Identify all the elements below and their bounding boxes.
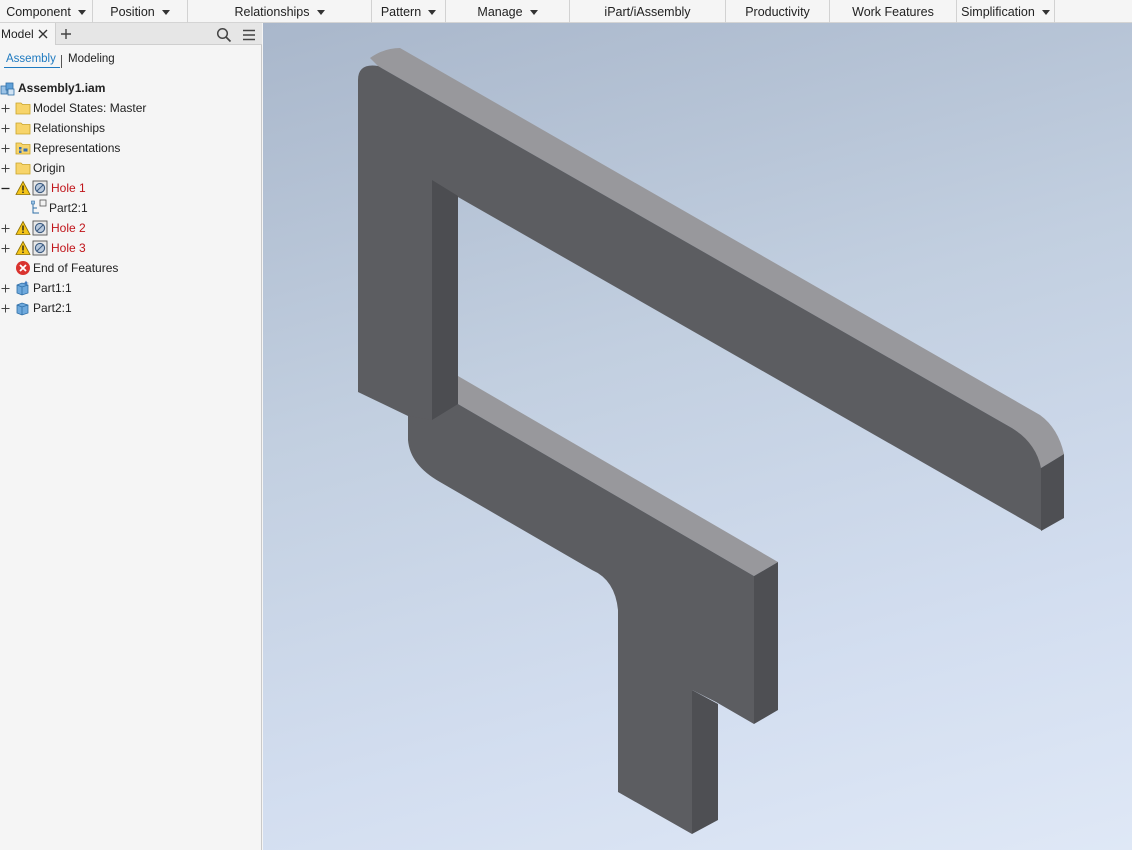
ribbon-pattern-panel[interactable]: Pattern bbox=[372, 0, 446, 23]
warning-icon bbox=[15, 240, 31, 255]
tab-model-label: Model bbox=[1, 27, 34, 41]
chevron-down-icon bbox=[316, 9, 325, 15]
tree-node-hole-1[interactable]: Hole 1 bbox=[0, 178, 262, 198]
subtab-divider bbox=[61, 55, 62, 68]
tree-node-part1[interactable]: Part1:1 bbox=[0, 278, 262, 298]
productivity-label: Productivity bbox=[745, 4, 810, 19]
folder-icon bbox=[15, 162, 31, 175]
part-reference-icon bbox=[31, 199, 47, 214]
warning-icon bbox=[15, 180, 31, 195]
ipart-label: iPart/iAssembly bbox=[604, 4, 691, 19]
chevron-down-icon bbox=[529, 9, 538, 15]
end-of-features-icon bbox=[16, 261, 30, 275]
tree-node-assembly[interactable]: Assembly1.iam bbox=[0, 78, 262, 98]
tree-node-label: End of Features bbox=[33, 261, 119, 275]
tree-node-hole-3[interactable]: Hole 3 bbox=[0, 238, 262, 258]
folder-icon bbox=[15, 122, 31, 135]
warning-icon bbox=[15, 220, 31, 235]
collapse-minus-icon[interactable] bbox=[1, 184, 10, 193]
hole-feature-icon bbox=[32, 180, 48, 196]
ribbon-work-features-panel[interactable]: Work Features bbox=[830, 0, 957, 23]
tree-node-label: Hole 3 bbox=[51, 241, 86, 255]
hole-feature-icon bbox=[32, 220, 48, 236]
tree-node-end-of-features[interactable]: End of Features bbox=[0, 258, 262, 278]
work-features-label: Work Features bbox=[852, 4, 934, 19]
ribbon-productivity-panel[interactable]: Productivity bbox=[726, 0, 830, 23]
pattern-label: Pattern bbox=[380, 4, 422, 19]
subtab-modeling[interactable]: Modeling bbox=[68, 53, 115, 65]
ribbon-panel-bar: Component Position Relationships Pattern… bbox=[0, 0, 1132, 23]
model-render bbox=[358, 48, 1064, 834]
tree-node-label: Representations bbox=[33, 141, 121, 155]
tree-node-label: Hole 2 bbox=[51, 221, 86, 235]
chevron-down-icon bbox=[77, 9, 86, 15]
hole-feature-icon bbox=[32, 240, 48, 256]
menu-icon[interactable] bbox=[241, 27, 257, 43]
position-label: Position bbox=[110, 4, 155, 19]
chevron-down-icon bbox=[428, 9, 437, 15]
tree-node-label: Relationships bbox=[33, 121, 106, 135]
browser-subtabs: Assembly Modeling bbox=[0, 53, 262, 71]
part-icon bbox=[16, 302, 29, 316]
tree-node-origin[interactable]: Origin bbox=[0, 158, 262, 178]
ribbon-relationships-panel[interactable]: Relationships bbox=[188, 0, 372, 23]
manage-label: Manage bbox=[477, 4, 523, 19]
graphics-viewport[interactable] bbox=[263, 23, 1132, 850]
close-icon[interactable] bbox=[37, 28, 49, 40]
tree-node-label: Part2:1 bbox=[33, 301, 72, 315]
expand-plus-icon[interactable] bbox=[1, 164, 10, 173]
tree-node-label: Hole 1 bbox=[51, 181, 86, 195]
model-browser: Model Assembly Modeling Assembly1.iam Mo… bbox=[0, 23, 262, 850]
component-label: Component bbox=[6, 4, 71, 19]
tree-node-label: Origin bbox=[33, 161, 66, 175]
expand-plus-icon[interactable] bbox=[1, 244, 10, 253]
search-icon[interactable] bbox=[216, 27, 232, 43]
tree-node-label: Model States: Master bbox=[33, 101, 147, 115]
tree-node-label: Part2:1 bbox=[49, 201, 88, 215]
subtab-assembly[interactable]: Assembly bbox=[4, 53, 60, 68]
folder-icon bbox=[15, 102, 31, 115]
tree-node-part2[interactable]: Part2:1 bbox=[0, 298, 262, 318]
tree-node-label: Assembly1.iam bbox=[18, 81, 106, 95]
representations-folder-icon bbox=[15, 142, 31, 155]
tree-node-hole-2[interactable]: Hole 2 bbox=[0, 218, 262, 238]
assembly-icon bbox=[0, 82, 15, 96]
tree-node-model-states[interactable]: Model States: Master bbox=[0, 98, 262, 118]
expand-plus-icon[interactable] bbox=[1, 124, 10, 133]
tree-node-hole-1-part[interactable]: Part2:1 bbox=[0, 198, 262, 218]
browser-header: Model bbox=[0, 23, 262, 45]
simplification-label: Simplification bbox=[961, 4, 1035, 19]
expand-plus-icon[interactable] bbox=[1, 284, 10, 293]
expand-plus-icon[interactable] bbox=[1, 144, 10, 153]
ribbon-simplification-panel[interactable]: Simplification bbox=[957, 0, 1055, 23]
part2-model[interactable] bbox=[408, 376, 778, 834]
tree-node-relationships[interactable]: Relationships bbox=[0, 118, 262, 138]
chevron-down-icon bbox=[161, 9, 170, 15]
ribbon-component-panel[interactable]: Component bbox=[0, 0, 93, 23]
chevron-down-icon bbox=[1041, 9, 1050, 15]
expand-plus-icon[interactable] bbox=[1, 304, 10, 313]
expand-plus-icon[interactable] bbox=[1, 104, 10, 113]
ribbon-manage-panel[interactable]: Manage bbox=[446, 0, 570, 23]
tree-node-representations[interactable]: Representations bbox=[0, 138, 262, 158]
part-grounded-icon bbox=[16, 280, 29, 296]
expand-plus-icon[interactable] bbox=[1, 224, 10, 233]
add-tab-icon[interactable] bbox=[59, 27, 73, 41]
ribbon-ipart-panel[interactable]: iPart/iAssembly bbox=[570, 0, 726, 23]
ribbon-position-panel[interactable]: Position bbox=[93, 0, 188, 23]
relationships-label: Relationships bbox=[234, 4, 310, 19]
tree-node-label: Part1:1 bbox=[33, 281, 72, 295]
